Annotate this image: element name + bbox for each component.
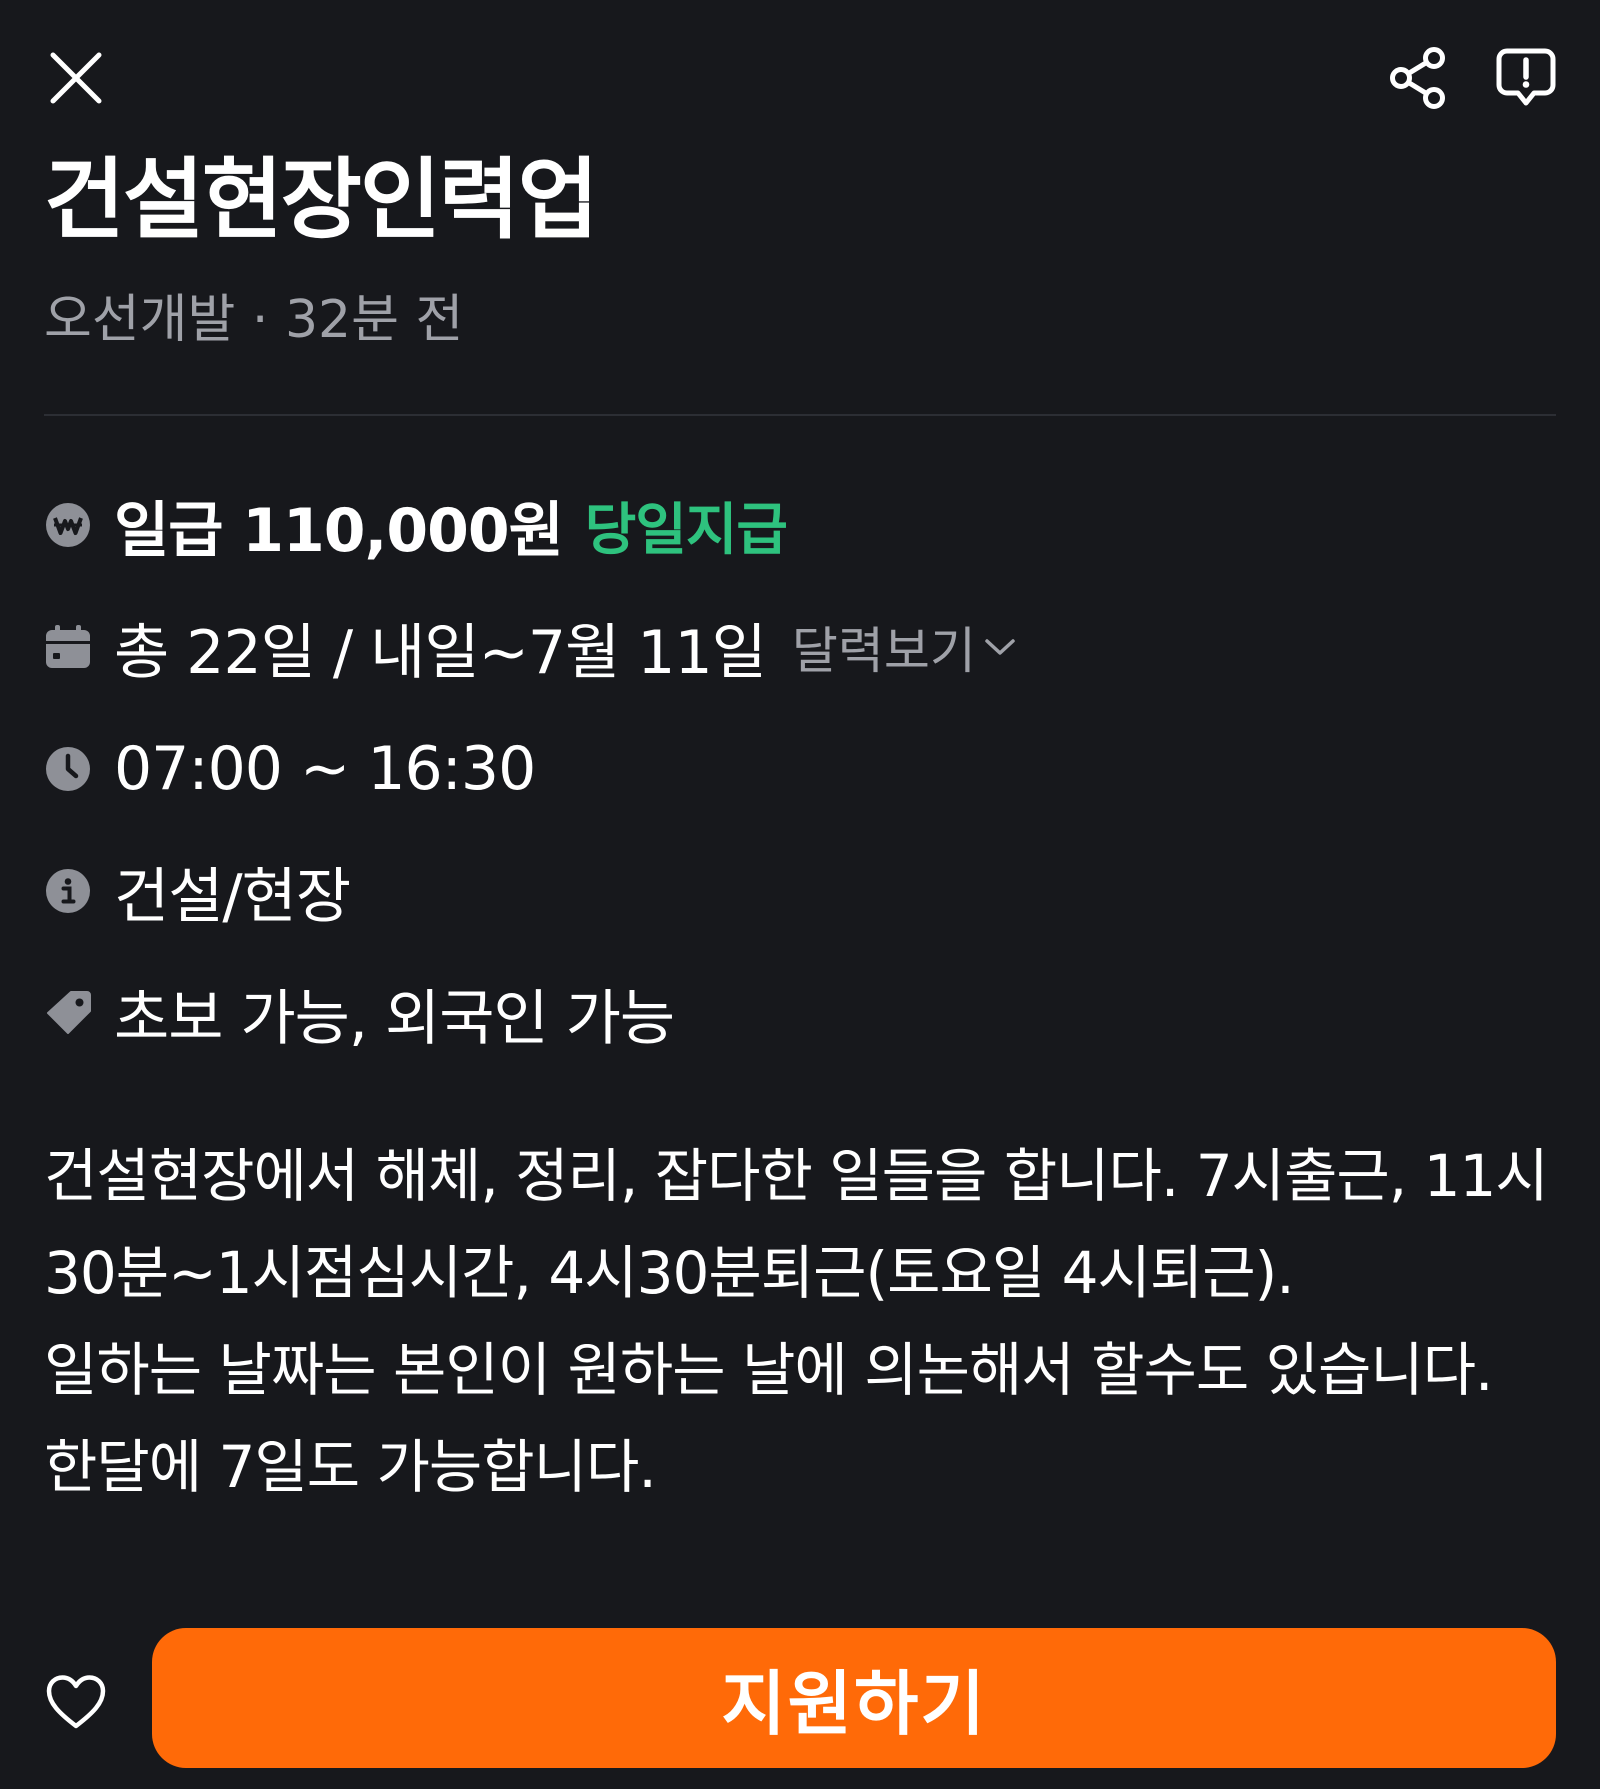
close-button[interactable] [40,42,112,114]
wage-row: 일급 110,000원 당일지급 [44,480,788,570]
view-calendar-label: 달력보기 [791,622,976,680]
category-row: 건설/현장 [44,846,351,936]
bottom-bar: 지원하기 [0,1616,1600,1789]
chevron-down-icon [985,639,1015,655]
job-category: 건설/현장 [114,861,351,932]
tags-row: 초보 가능, 외국인 가능 [44,968,675,1058]
share-icon [1390,47,1445,109]
description-line: 한달에 7일도 가능합니다. [44,1433,657,1501]
view-calendar-link[interactable]: 달력보기 [792,611,1016,683]
daily-wage: 일급 110,000원 [114,495,564,566]
report-button[interactable] [1488,40,1564,116]
heart-icon [46,1675,106,1729]
company-and-posted-time: 오선개발 · 32분 전 [44,290,464,350]
job-title: 건설현장인력업 [44,148,599,251]
same-day-pay-badge: 당일지급 [584,497,788,563]
work-period: 총 22일 / 내일~7월 11일 [114,617,767,688]
description-line: 건설현장에서 해체, 정리, 잡다한 일들을 합니다. 7시출근, 11시30분… [44,1142,1549,1307]
close-icon [50,52,102,104]
work-hours: 07:00 ~ 16:30 [114,734,536,804]
period-row: 총 22일 / 내일~7월 11일 달력보기 [44,602,1016,692]
report-icon [1496,48,1556,106]
description-line: 일하는 날짜는 본인이 원하는 날에 의논해서 할수도 있습니다. [44,1336,1494,1404]
divider [44,414,1556,416]
favorite-button[interactable] [40,1666,112,1738]
clock-icon [44,745,92,793]
tag-icon [44,989,92,1037]
won-icon [44,501,92,549]
time-row: 07:00 ~ 16:30 [44,724,536,814]
calendar-icon [44,623,92,671]
info-icon [44,867,92,915]
share-button[interactable] [1380,40,1456,116]
job-description: 건설현장에서 해체, 정리, 잡다한 일들을 합니다. 7시출근, 11시30분… [44,1128,1564,1516]
job-tags: 초보 가능, 외국인 가능 [114,983,675,1054]
apply-button[interactable]: 지원하기 [152,1628,1556,1768]
top-bar [0,0,1600,150]
